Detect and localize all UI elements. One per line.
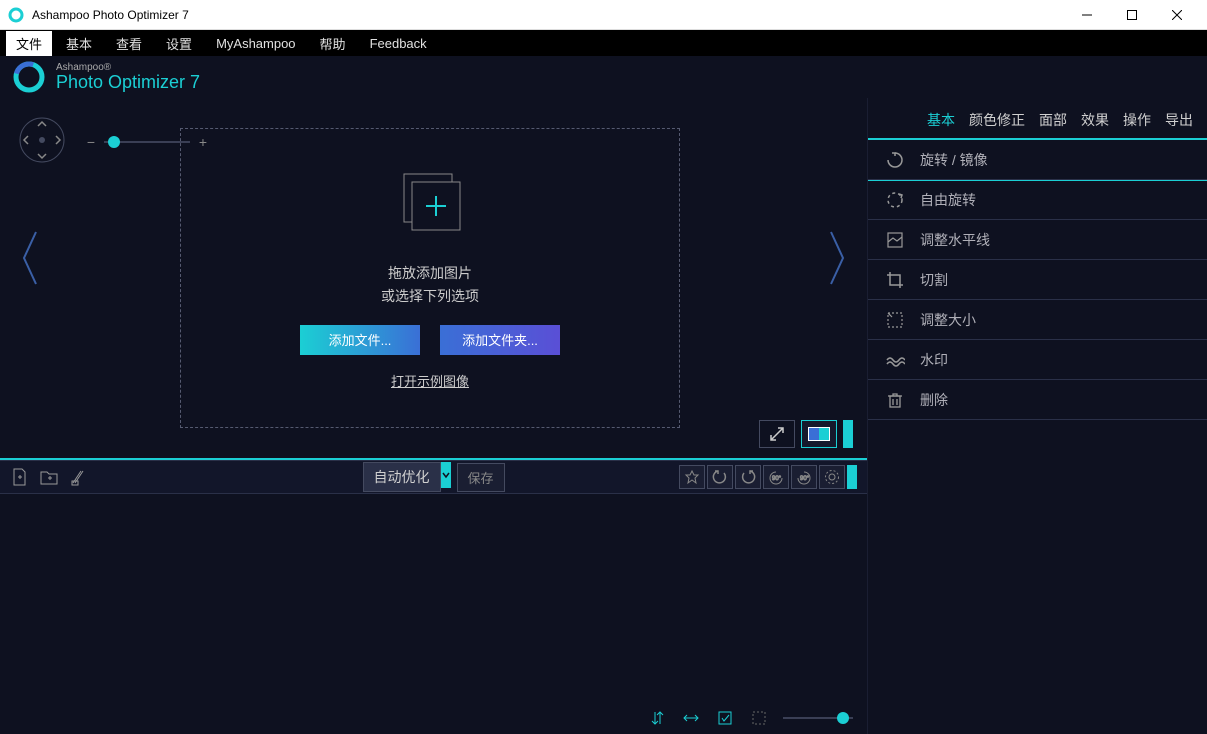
clear-list-icon[interactable]: [68, 466, 90, 488]
menu-myashampoo[interactable]: MyAshampoo: [206, 33, 305, 54]
minimize-button[interactable]: [1064, 1, 1109, 29]
tool-label: 删除: [920, 390, 948, 410]
window-controls: [1064, 1, 1199, 29]
maximize-button[interactable]: [1109, 1, 1154, 29]
brand-logo-icon: [12, 60, 46, 94]
dropzone-line2: 或选择下列选项: [381, 285, 479, 307]
tab-effects[interactable]: 效果: [1081, 110, 1109, 132]
auto-optimize-dropdown[interactable]: [440, 462, 450, 488]
select-all-icon[interactable]: [715, 708, 735, 728]
save-button[interactable]: 保存: [456, 463, 504, 492]
tab-actions[interactable]: 操作: [1123, 110, 1151, 132]
close-button[interactable]: [1154, 1, 1199, 29]
filmstrip: [0, 494, 867, 734]
menu-feedback[interactable]: Feedback: [360, 33, 437, 54]
fit-width-icon[interactable]: [681, 708, 701, 728]
dropzone[interactable]: 拖放添加图片 或选择下列选项 添加文件... 添加文件夹... 打开示例图像: [180, 128, 680, 428]
menu-settings[interactable]: 设置: [156, 31, 202, 56]
horizon-icon: [884, 229, 906, 251]
tab-color[interactable]: 颜色修正: [969, 110, 1025, 132]
menu-view[interactable]: 查看: [106, 31, 152, 56]
tool-crop[interactable]: 切割: [868, 260, 1207, 300]
add-files-button[interactable]: 添加文件...: [300, 325, 420, 355]
watermark-icon: [884, 349, 906, 371]
right-panel: 基本 颜色修正 面部 效果 操作 导出 旋转 / 镜像 自由旋转 调整水平线: [867, 98, 1207, 734]
secondary-toolbar: 自动优化 保存 90° 90°: [0, 460, 867, 494]
sort-icon[interactable]: [647, 708, 667, 728]
tool-delete[interactable]: 删除: [868, 380, 1207, 420]
add-file-icon[interactable]: [8, 466, 30, 488]
app-icon: [8, 7, 24, 23]
tool-resize[interactable]: 调整大小: [868, 300, 1207, 340]
menu-help[interactable]: 帮助: [310, 31, 356, 56]
thumbnail-size-slider[interactable]: [783, 717, 853, 719]
fullscreen-button[interactable]: [759, 420, 795, 448]
svg-text:90°: 90°: [800, 476, 810, 482]
add-folder-icon[interactable]: [38, 466, 60, 488]
free-rotate-icon: [884, 189, 906, 211]
next-image-button[interactable]: [825, 218, 849, 298]
right-tabs: 基本 颜色修正 面部 效果 操作 导出: [868, 98, 1207, 140]
tool-rotate-mirror[interactable]: 旋转 / 镜像: [868, 140, 1207, 180]
tab-export[interactable]: 导出: [1165, 110, 1193, 132]
dropzone-line1: 拖放添加图片: [381, 262, 479, 284]
deselect-icon[interactable]: [749, 708, 769, 728]
tool-label: 调整大小: [920, 310, 976, 330]
menubar: 文件 基本 查看 设置 MyAshampoo 帮助 Feedback: [0, 30, 1207, 56]
window-title: Ashampoo Photo Optimizer 7: [32, 8, 1064, 22]
tool-watermark[interactable]: 水印: [868, 340, 1207, 380]
tool-free-rotate[interactable]: 自由旋转: [868, 180, 1207, 220]
tab-basic[interactable]: 基本: [927, 110, 955, 132]
prev-image-button[interactable]: [18, 218, 42, 298]
svg-text:90°: 90°: [772, 476, 782, 482]
compare-view-button[interactable]: [801, 420, 837, 448]
rotate-right-90-icon[interactable]: 90°: [791, 465, 817, 489]
brand-top: Ashampoo®: [56, 62, 200, 73]
menu-basic[interactable]: 基本: [56, 31, 102, 56]
add-folder-button[interactable]: 添加文件夹...: [440, 325, 560, 355]
rotate-mirror-icon: [884, 149, 906, 171]
tool-label: 旋转 / 镜像: [920, 150, 988, 170]
settings-gear-icon[interactable]: [819, 465, 845, 489]
trash-icon: [884, 389, 906, 411]
add-image-icon: [390, 166, 470, 246]
favorite-icon[interactable]: [679, 465, 705, 489]
pan-control[interactable]: [18, 116, 66, 164]
menu-file[interactable]: 文件: [6, 31, 52, 56]
compare-view-dropdown[interactable]: [843, 420, 853, 448]
crop-icon: [884, 269, 906, 291]
brand-main: Photo Optimizer 7: [56, 73, 200, 93]
redo-icon[interactable]: [735, 465, 761, 489]
tool-label: 切割: [920, 270, 948, 290]
settings-dropdown[interactable]: [847, 465, 857, 489]
rotate-left-90-icon[interactable]: 90°: [763, 465, 789, 489]
tab-face[interactable]: 面部: [1039, 110, 1067, 132]
resize-icon: [884, 309, 906, 331]
titlebar: Ashampoo Photo Optimizer 7: [0, 0, 1207, 30]
viewer-area: − +: [0, 98, 867, 460]
tool-label: 调整水平线: [920, 230, 990, 250]
undo-icon[interactable]: [707, 465, 733, 489]
open-sample-link[interactable]: 打开示例图像: [391, 371, 469, 390]
zoom-minus-icon[interactable]: −: [86, 134, 96, 150]
auto-optimize-button[interactable]: 自动优化: [362, 462, 440, 492]
tool-label: 水印: [920, 350, 948, 370]
brand-row: Ashampoo® Photo Optimizer 7: [0, 56, 867, 98]
tool-horizon[interactable]: 调整水平线: [868, 220, 1207, 260]
tool-label: 自由旋转: [920, 190, 976, 210]
